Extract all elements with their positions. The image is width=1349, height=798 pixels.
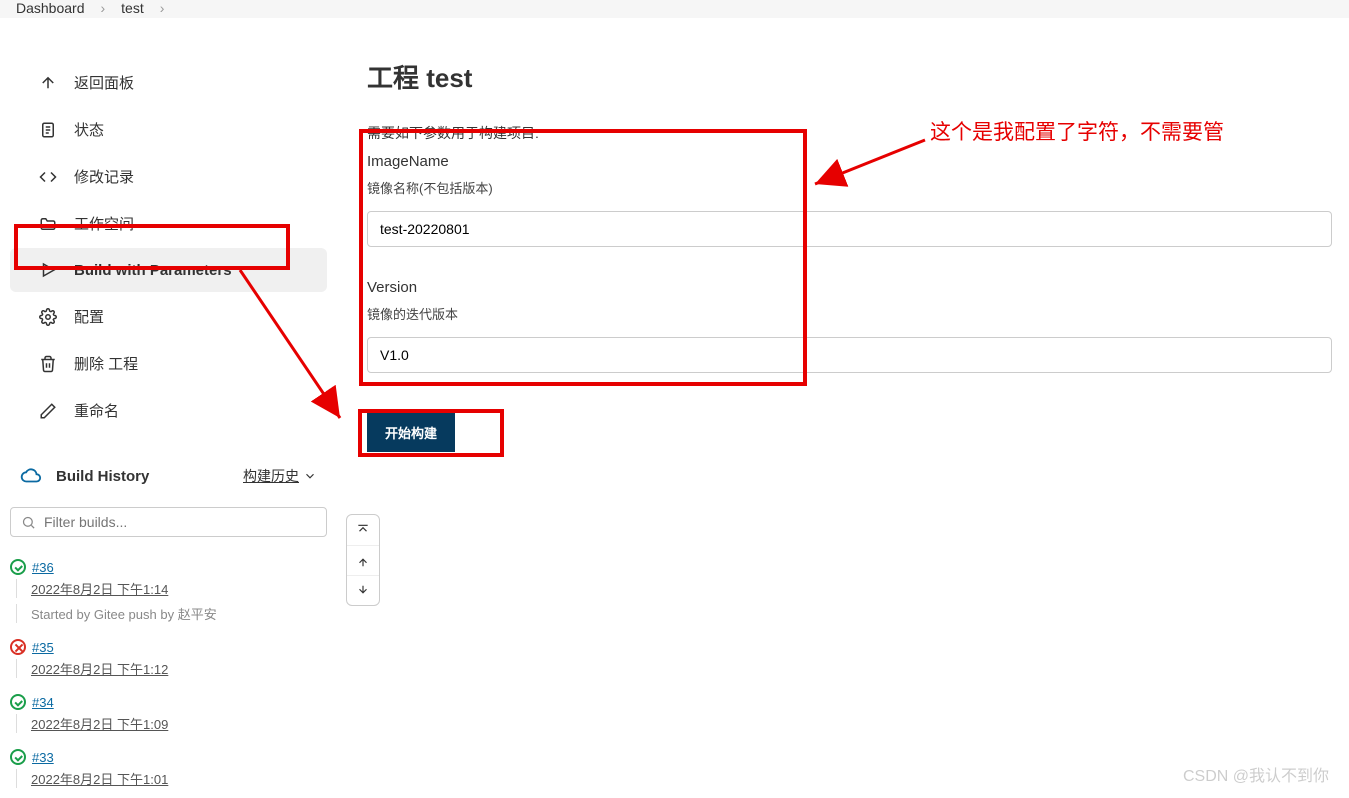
folder-icon bbox=[38, 214, 58, 234]
build-history-header: Build History 构建历史 bbox=[0, 453, 337, 499]
scroll-down-button[interactable] bbox=[347, 575, 379, 605]
sidebar-item-label: 工作空间 bbox=[74, 213, 134, 234]
status-fail-icon bbox=[10, 639, 26, 655]
sidebar-item-label: 重命名 bbox=[74, 400, 119, 421]
sidebar-item-label: 配置 bbox=[74, 306, 104, 327]
sidebar-item-rename[interactable]: 重命名 bbox=[10, 388, 327, 433]
filter-input[interactable] bbox=[44, 514, 316, 530]
chevron-down-icon bbox=[303, 469, 317, 483]
param-input-imagename[interactable] bbox=[367, 211, 1332, 247]
breadcrumb-item[interactable]: test bbox=[121, 0, 144, 16]
sidebar-item-changes[interactable]: 修改记录 bbox=[10, 154, 327, 199]
param-input-version[interactable] bbox=[367, 337, 1332, 373]
scroll-up-button[interactable] bbox=[347, 545, 379, 575]
param-name: ImageName bbox=[367, 153, 1349, 170]
code-icon bbox=[38, 167, 58, 187]
cloud-icon bbox=[20, 465, 42, 487]
build-button[interactable]: 开始构建 bbox=[367, 413, 455, 452]
param-desc: 镜像的迭代版本 bbox=[367, 304, 1349, 323]
filter-builds bbox=[10, 507, 327, 537]
breadcrumb-item[interactable]: Dashboard bbox=[16, 0, 85, 16]
gear-icon bbox=[38, 307, 58, 327]
sidebar-item-back[interactable]: 返回面板 bbox=[10, 60, 327, 105]
edit-icon bbox=[38, 401, 58, 421]
param-desc: 镜像名称(不包括版本) bbox=[367, 178, 1349, 197]
page-title: 工程 test bbox=[367, 58, 1349, 95]
page-nav-buttons bbox=[346, 514, 380, 606]
sidebar-item-workspace[interactable]: 工作空间 bbox=[10, 201, 327, 246]
build-item[interactable]: #34 2022年8月2日 下午1:09 bbox=[10, 688, 327, 743]
sidebar: 返回面板 状态 修改记录 工作空间 Build with Parameters bbox=[0, 18, 337, 798]
status-success-icon bbox=[10, 694, 26, 710]
arrow-up-icon bbox=[38, 73, 58, 93]
sidebar-item-build-params[interactable]: Build with Parameters bbox=[10, 248, 327, 292]
build-trend-link[interactable]: 构建历史 bbox=[243, 466, 317, 486]
sidebar-item-label: Build with Parameters bbox=[74, 262, 232, 279]
chevron-right-icon: › bbox=[160, 0, 165, 16]
sidebar-item-configure[interactable]: 配置 bbox=[10, 294, 327, 339]
status-success-icon bbox=[10, 559, 26, 575]
build-item[interactable]: #36 2022年8月2日 下午1:14 Started by Gitee pu… bbox=[10, 553, 327, 633]
params-intro: 需要如下参数用于构建项目: bbox=[367, 123, 1349, 143]
sidebar-item-label: 状态 bbox=[74, 119, 104, 140]
sidebar-item-status[interactable]: 状态 bbox=[10, 107, 327, 152]
build-history-title: Build History bbox=[56, 468, 149, 485]
main-content: 工程 test 需要如下参数用于构建项目: ImageName 镜像名称(不包括… bbox=[337, 18, 1349, 798]
build-item[interactable]: #35 2022年8月2日 下午1:12 bbox=[10, 633, 327, 688]
scroll-top-button[interactable] bbox=[347, 515, 379, 545]
chevron-right-icon: › bbox=[101, 0, 106, 16]
sidebar-item-delete[interactable]: 删除 工程 bbox=[10, 341, 327, 386]
sidebar-item-label: 修改记录 bbox=[74, 166, 134, 187]
sidebar-item-label: 返回面板 bbox=[74, 72, 134, 93]
play-icon bbox=[38, 260, 58, 280]
status-success-icon bbox=[10, 749, 26, 765]
sidebar-item-label: 删除 工程 bbox=[74, 353, 138, 374]
search-icon bbox=[21, 515, 36, 530]
build-list: #36 2022年8月2日 下午1:14 Started by Gitee pu… bbox=[0, 545, 337, 798]
trash-icon bbox=[38, 354, 58, 374]
build-item[interactable]: #33 2022年8月2日 下午1:01 bbox=[10, 743, 327, 798]
watermark: CSDN @我认不到你 bbox=[1183, 762, 1329, 786]
param-name: Version bbox=[367, 279, 1349, 296]
breadcrumb: Dashboard › test › bbox=[0, 0, 1349, 18]
document-icon bbox=[38, 120, 58, 140]
